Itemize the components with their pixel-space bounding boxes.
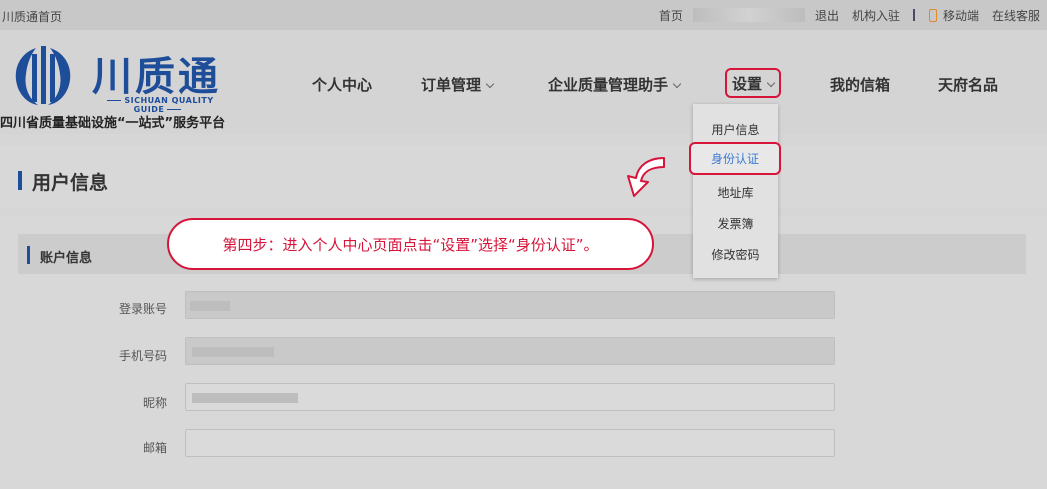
nav-label: 企业质量管理助手 <box>548 76 669 94</box>
nav-tianfu-brands[interactable]: 天府名品 <box>938 74 998 95</box>
section-accent-bar <box>27 246 30 264</box>
logo-emblem-icon[interactable] <box>10 42 76 106</box>
org-register-link[interactable]: 机构入驻 <box>852 7 900 24</box>
menu-item-identity-auth[interactable]: 身份认证 <box>689 142 781 175</box>
page-title-panel: 用户信息 <box>0 146 1047 208</box>
home-link[interactable]: 首页 <box>659 7 683 24</box>
page-title: 用户信息 <box>32 172 109 194</box>
menu-item-invoice-book[interactable]: 发票簿 <box>693 215 778 232</box>
nav-label: 订单管理 <box>421 76 482 94</box>
instruction-callout: 第四步：进入个人中心页面点击“设置”选择“身份认证”。 <box>167 218 654 270</box>
mobile-phone-icon <box>928 8 937 22</box>
nav-label: 设置 <box>731 74 762 93</box>
nav-personal-center[interactable]: 个人中心 <box>312 74 372 95</box>
login-account-field <box>185 291 835 319</box>
nav-label: 我的信箱 <box>830 76 891 94</box>
nav-quality-assistant[interactable]: 企业质量管理助手 <box>548 74 682 95</box>
blurred-value <box>190 301 230 311</box>
menu-item-change-password[interactable]: 修改密码 <box>693 246 778 263</box>
online-service-link[interactable]: 在线客服 <box>992 7 1040 24</box>
logo-title: 川质通 <box>92 54 221 100</box>
logo-slogan: 四川省质量基础设施“一站式”服务平台 <box>0 116 226 131</box>
blurred-value <box>192 347 274 357</box>
site-home-link[interactable]: 川质通首页 <box>2 8 62 25</box>
top-bar: 川质通首页 首页 退出 机构入驻 移动端 在线客服 <box>0 0 1047 30</box>
login-account-label: 登录账号 <box>118 302 167 316</box>
email-input[interactable] <box>185 429 835 457</box>
curved-arrow-icon <box>627 157 665 197</box>
top-bar-links: 首页 退出 机构入驻 移动端 在线客服 <box>659 0 1047 30</box>
chevron-down-icon <box>485 79 495 89</box>
logout-link[interactable]: 退出 <box>815 7 839 24</box>
settings-dropdown-menu: 用户信息 地址库 发票簿 修改密码 <box>693 104 778 278</box>
phone-number-label: 手机号码 <box>118 349 167 363</box>
nav-label: 天府名品 <box>938 76 999 94</box>
menu-item-address-book[interactable]: 地址库 <box>693 184 778 201</box>
divider <box>912 9 915 21</box>
chevron-down-icon <box>672 79 682 89</box>
nav-label: 个人中心 <box>312 76 373 94</box>
header: 川质通 SICHUAN QUALITY GUIDE 四川省质量基础设施“一站式”… <box>0 30 1047 134</box>
nickname-input[interactable] <box>185 383 835 411</box>
email-label: 邮箱 <box>142 441 167 455</box>
title-accent-bar <box>18 171 22 190</box>
mobile-link[interactable]: 移动端 <box>943 7 979 24</box>
nav-order-management[interactable]: 订单管理 <box>421 74 495 95</box>
chevron-down-icon <box>766 78 776 88</box>
nav-my-mailbox[interactable]: 我的信箱 <box>830 74 890 95</box>
nickname-label: 昵称 <box>142 396 167 410</box>
menu-item-user-info[interactable]: 用户信息 <box>693 121 778 138</box>
phone-number-field <box>185 337 835 365</box>
section-title: 账户信息 <box>40 251 93 266</box>
username-blurred <box>692 8 805 22</box>
blurred-value <box>192 393 298 403</box>
nav-settings[interactable]: 设置 <box>725 68 781 98</box>
